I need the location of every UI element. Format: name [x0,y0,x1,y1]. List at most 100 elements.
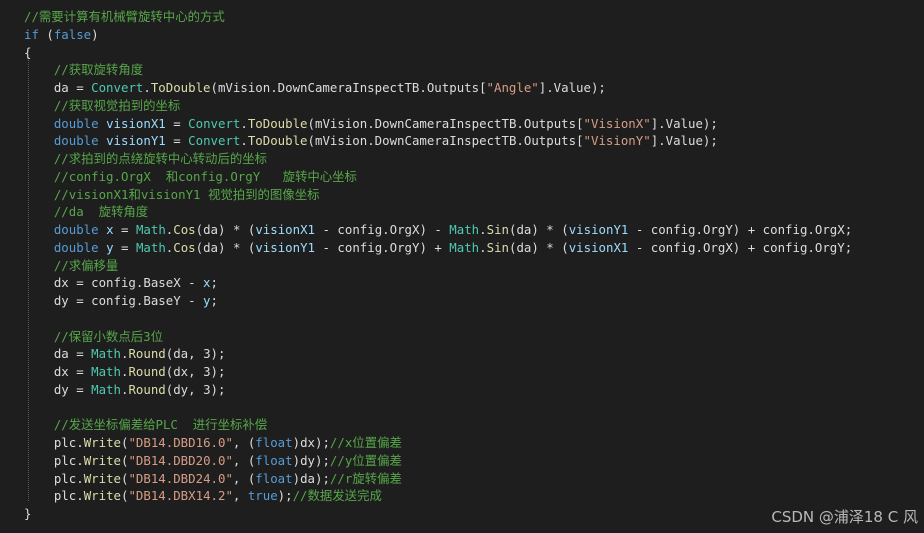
code-line[interactable]: //da 旋转角度 [0,203,924,221]
code-token-plain: - config.OrgX) - [315,222,450,237]
code-token-plain: )dx); [292,435,330,450]
code-token-method: Sin [486,239,509,255]
code-line[interactable]: //获取旋转角度 [0,61,924,79]
code-token-plain: , [232,488,248,504]
code-line[interactable]: double visionY1 = Convert.ToDouble(mVisi… [0,132,924,150]
code-token-comment: //x位置偏差 [329,435,402,450]
code-token-comment: //config.OrgX 和config.OrgY 旋转中心坐标 [53,168,357,184]
code-token-plain: ].Value); [538,80,606,95]
code-token-type: Math [91,346,121,362]
code-token-plain: (dy, 3); [165,381,226,397]
code-block[interactable]: //需要计算有机械臂旋转中心的方式 if (false){ //获取旋转角度 da… [0,8,924,523]
code-token-plain: , ( [232,470,256,486]
code-token-keyword: double [53,133,99,149]
code-line[interactable]: da = Math.Round(da, 3); [0,345,924,363]
code-token-comment: //da 旋转角度 [53,204,149,220]
code-token-plain: = [165,133,189,149]
code-line[interactable]: double visionX1 = Convert.ToDouble(mVisi… [0,115,924,133]
code-token-plain: (da, 3); [165,346,226,362]
code-token-comment: //保留小数点后3位 [53,328,163,344]
code-line[interactable]: double x = Math.Cos(da) * (visionX1 - co… [0,221,924,239]
code-token-plain: - config.OrgY) + config.OrgX; [628,222,853,237]
code-line[interactable]: //config.OrgX 和config.OrgY 旋转中心坐标 [0,168,924,186]
code-token-plain: . [479,222,487,237]
code-line[interactable] [0,310,924,328]
code-line[interactable]: dy = Math.Round(dy, 3); [0,381,924,399]
code-token-plain: = [113,222,136,237]
code-token-plain: )da); [292,470,330,486]
code-token-plain: ) [91,26,99,42]
code-token-plain: ].Value); [650,115,718,131]
watermark: CSDN @浦泽18 C 风 [771,508,918,526]
code-line[interactable]: //visionX1和visionY1 视觉拍到的图像坐标 [0,186,924,204]
code-line[interactable]: dy = config.BaseY - y; [0,292,924,310]
code-line[interactable]: plc.Write("DB14.DBD24.0", (float)da);//r… [0,470,924,488]
code-token-method: Write [83,452,121,468]
code-line[interactable]: if (false) [0,26,924,44]
code-line[interactable]: dx = config.BaseX - x; [0,274,924,292]
code-token-method: ToDouble [247,133,308,149]
code-token-comment: //获取旋转角度 [53,62,144,78]
code-token-string: "DB14.DBD16.0" [128,435,233,450]
code-line[interactable]: plc.Write("DB14.DBX14.2", true);//数据发送完成 [0,487,924,505]
code-token-plain: plc. [24,470,84,486]
code-token-string: "DB14.DBD24.0" [128,470,233,486]
code-line[interactable]: plc.Write("DB14.DBD16.0", (float)dx);//x… [0,434,924,452]
code-line[interactable]: double y = Math.Cos(da) * (visionY1 - co… [0,239,924,257]
code-line[interactable] [0,399,924,417]
code-token-plain: plc. [24,435,84,450]
code-token-param: visionY1 [255,239,316,255]
code-token-plain: ; [210,275,218,291]
code-token-plain: plc. [24,488,84,504]
code-token-method: ToDouble [150,80,211,95]
code-token-plain: dx = [24,364,92,379]
code-line[interactable]: //求拍到的点绕旋转中心转动后的坐标 [0,150,924,168]
code-line[interactable]: //求偏移量 [0,257,924,275]
code-token-plain: - config.OrgY) + [315,239,450,255]
code-token-string: "Angle" [486,80,539,95]
code-token-keyword: float [255,470,293,486]
code-line[interactable]: plc.Write("DB14.DBD20.0", (float)dy);//y… [0,452,924,470]
code-line[interactable]: da = Convert.ToDouble(mVision.DownCamera… [0,79,924,97]
code-token-plain: (da) * ( [509,239,569,255]
code-token-method: Round [128,381,166,397]
code-token-plain: plc. [24,452,84,468]
code-token-plain: da = [24,346,92,362]
code-token-plain: ; [210,293,218,308]
code-token-method: Round [128,346,166,362]
code-token-plain: = [165,115,189,131]
code-token-type: Math [449,222,480,237]
code-line[interactable]: //需要计算有机械臂旋转中心的方式 [0,8,924,26]
code-token-keyword: float [255,452,293,468]
code-token-plain: (da) * ( [509,222,569,237]
code-line[interactable]: //保留小数点后3位 [0,328,924,346]
code-token-param: x [203,275,211,291]
code-token-comment: //visionX1和visionY1 视觉拍到的图像坐标 [53,186,320,202]
code-line[interactable]: //获取视觉拍到的坐标 [0,97,924,115]
code-token-param: visionX1 [106,115,166,131]
code-token-plain: (dx, 3); [165,364,226,379]
code-token-keyword: false [53,26,92,42]
code-line[interactable]: //发送坐标偏差给PLC 进行坐标补偿 [0,416,924,434]
code-line[interactable]: dx = Math.Round(dx, 3); [0,363,924,381]
code-token-plain: dy = [24,381,92,397]
code-token-method: ToDouble [247,115,308,131]
code-token-param: y [203,293,211,308]
code-token-keyword: double [53,115,99,131]
code-editor[interactable]: //需要计算有机械臂旋转中心的方式 if (false){ //获取旋转角度 da… [0,0,924,533]
code-token-param: visionY1 [568,222,629,237]
code-token-method: Cos [173,239,196,255]
code-line[interactable]: { [0,44,924,62]
code-token-method: Round [128,364,166,379]
code-token-string: "DB14.DBX14.2" [128,488,233,504]
code-token-method: Sin [486,222,509,237]
code-token-string: "VisionY" [583,133,651,149]
code-token-param: visionX1 [255,222,316,237]
